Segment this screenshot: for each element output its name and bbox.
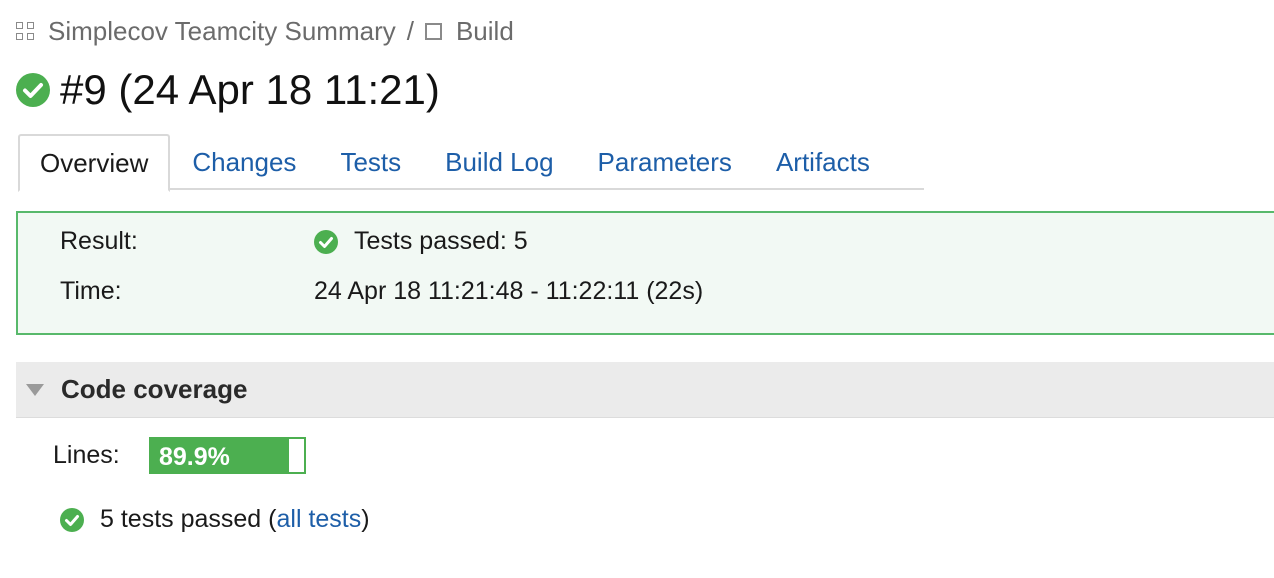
lines-coverage-value: 89.9%	[159, 443, 230, 471]
result-text: Tests passed: 5	[354, 227, 528, 255]
tab-parameters[interactable]: Parameters	[576, 134, 754, 190]
build-title: #9 (24 Apr 18 11:21)	[60, 66, 440, 113]
result-check-icon	[314, 229, 338, 254]
all-tests-link[interactable]: all tests	[277, 505, 362, 534]
lines-label: Lines:	[53, 441, 120, 469]
code-coverage-title: Code coverage	[61, 374, 248, 404]
tests-check-icon	[60, 507, 84, 532]
breadcrumb: Simplecov Teamcity Summary / Build	[16, 14, 514, 48]
tab-changes[interactable]: Changes	[170, 134, 318, 190]
tab-overview[interactable]: Overview	[18, 134, 171, 192]
build-config-square-icon	[424, 22, 442, 40]
close-paren: )	[361, 505, 370, 533]
tab-build-log[interactable]: Build Log	[423, 134, 575, 190]
time-label: Time:	[60, 277, 122, 305]
tab-tests[interactable]: Tests	[318, 134, 423, 190]
tab-bar: Overview Changes Tests Build Log Paramet…	[18, 134, 924, 192]
code-coverage-header[interactable]: Code coverage	[16, 362, 1274, 418]
tests-passed-text: 5 tests passed	[100, 505, 262, 533]
page-title: #9 (24 Apr 18 11:21)	[16, 64, 440, 116]
breadcrumb-separator: /	[406, 15, 414, 46]
breadcrumb-build-link[interactable]: Build	[456, 16, 514, 47]
open-paren: (	[261, 505, 277, 533]
collapse-triangle-icon[interactable]	[26, 383, 44, 396]
build-summary-panel: Result: Tests passed: 5 Time: 24 Apr 18 …	[16, 211, 1274, 335]
tests-passed-summary: 5 tests passed (all tests)	[60, 505, 370, 534]
check-circle-icon	[16, 73, 50, 107]
time-value: 24 Apr 18 11:21:48 - 11:22:11 (22s)	[314, 277, 704, 305]
result-value: Tests passed: 5	[314, 227, 528, 256]
result-label: Result:	[60, 227, 138, 255]
lines-coverage-bar: 89.9%	[149, 437, 306, 474]
project-grid-icon	[16, 22, 36, 40]
breadcrumb-project-link[interactable]: Simplecov Teamcity Summary	[48, 16, 396, 47]
tab-artifacts[interactable]: Artifacts	[754, 134, 892, 190]
